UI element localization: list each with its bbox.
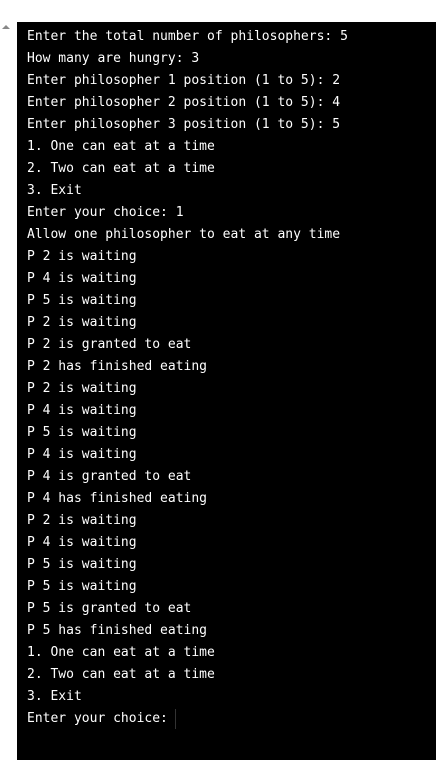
terminal-line: P 2 is waiting — [27, 315, 137, 330]
terminal-line: 2. Two can eat at a time — [27, 667, 215, 682]
terminal-line: Enter philosopher 1 position (1 to 5): 2 — [27, 73, 341, 88]
terminal-line: P 5 is waiting — [27, 579, 137, 594]
console-window: Enter the total number of philosophers: … — [0, 0, 436, 760]
terminal-line: 3. Exit — [27, 689, 82, 704]
terminal-line: 1. One can eat at a time — [27, 645, 215, 660]
terminal-line: P 5 is waiting — [27, 425, 137, 440]
terminal-line: Enter philosopher 3 position (1 to 5): 5 — [27, 117, 341, 132]
terminal-line: Enter your choice: 1 — [27, 205, 184, 220]
terminal-line: 3. Exit — [27, 183, 82, 198]
terminal-line: P 5 is waiting — [27, 557, 137, 572]
terminal-line: P 4 is waiting — [27, 271, 137, 286]
terminal-line: P 5 is granted to eat — [27, 601, 192, 616]
terminal-line: Allow one philosopher to eat at any time — [27, 227, 341, 242]
terminal-line: 2. Two can eat at a time — [27, 161, 215, 176]
terminal-line: P 5 is waiting — [27, 293, 137, 308]
terminal-line: P 4 is waiting — [27, 403, 137, 418]
terminal-output[interactable]: Enter the total number of philosophers: … — [17, 22, 436, 760]
terminal-line: P 4 is waiting — [27, 447, 137, 462]
text-cursor — [174, 708, 176, 729]
terminal-line: Enter philosopher 2 position (1 to 5): 4 — [27, 95, 341, 110]
terminal-line: P 5 has finished eating — [27, 623, 208, 638]
terminal-line: P 2 is granted to eat — [27, 337, 192, 352]
terminal-line: P 4 is waiting — [27, 535, 137, 550]
input-prompt: Enter your choice: — [27, 711, 168, 726]
terminal-line: P 2 is waiting — [27, 381, 137, 396]
terminal-line: 1. One can eat at a time — [27, 139, 215, 154]
left-gutter — [0, 22, 17, 760]
terminal-line: P 4 is granted to eat — [27, 469, 192, 484]
terminal-line: P 2 is waiting — [27, 513, 137, 528]
scroll-up-icon[interactable] — [2, 25, 10, 29]
terminal-line: P 4 has finished eating — [27, 491, 208, 506]
terminal-line: P 2 has finished eating — [27, 359, 208, 374]
input-prompt-line[interactable]: Enter your choice: — [27, 708, 436, 730]
terminal-line: How many are hungry: 3 — [27, 51, 200, 66]
terminal-line: Enter the total number of philosophers: … — [27, 29, 348, 44]
terminal-line: P 2 is waiting — [27, 249, 137, 264]
